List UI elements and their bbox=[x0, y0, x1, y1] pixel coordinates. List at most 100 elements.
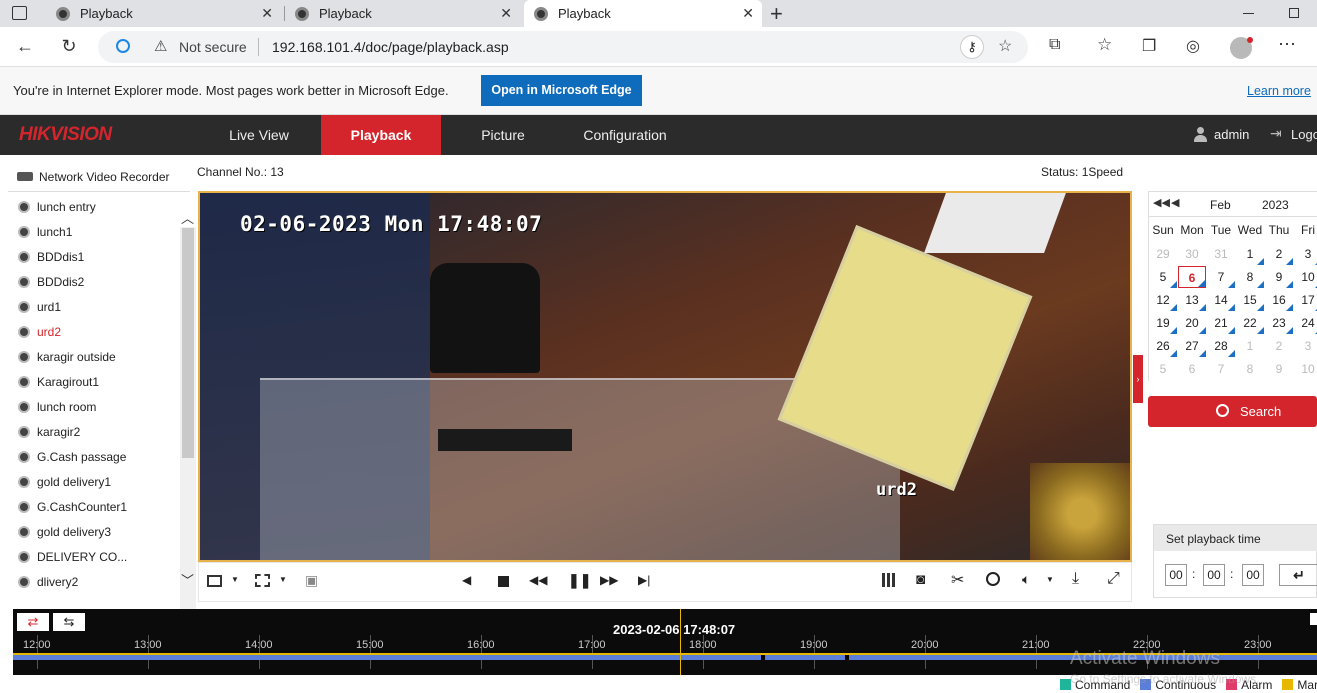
capture-icon[interactable]: ◙ bbox=[916, 571, 925, 588]
camera-item[interactable]: urd1 bbox=[18, 296, 61, 318]
calendar-day[interactable]: 2 bbox=[1265, 243, 1293, 265]
calendar-day[interactable]: 17 bbox=[1294, 289, 1317, 311]
camera-item[interactable]: gold delivery3 bbox=[18, 521, 111, 543]
camera-item[interactable]: BDDdis2 bbox=[18, 271, 84, 293]
prev-year-icon[interactable]: ◀◀ bbox=[1153, 196, 1170, 209]
hour-input[interactable]: 00 bbox=[1165, 564, 1187, 586]
camera-item[interactable]: karagir outside bbox=[18, 346, 116, 368]
reverse-play-icon[interactable]: ◀ bbox=[462, 573, 471, 587]
calendar-day[interactable]: 31 bbox=[1207, 243, 1235, 265]
scroll-up-icon[interactable]: ︿ bbox=[181, 208, 194, 227]
more-menu-icon[interactable]: ⋯ bbox=[1278, 34, 1296, 55]
camera-item[interactable]: lunch1 bbox=[18, 221, 72, 243]
audio-icon[interactable]: 🔈︎ bbox=[1022, 571, 1030, 588]
video-player[interactable]: 02-06-2023 Mon 17:48:07 urd2 bbox=[198, 191, 1132, 562]
close-tab-icon[interactable]: ✕ bbox=[742, 5, 754, 22]
nav-configuration[interactable]: Configuration bbox=[565, 115, 685, 155]
password-key-icon[interactable]: ⚷ bbox=[960, 35, 984, 59]
url-text[interactable]: 192.168.101.4/doc/page/playback.asp bbox=[272, 39, 509, 55]
new-tab-icon[interactable]: + bbox=[770, 1, 783, 27]
clip-icon[interactable]: ✂ bbox=[951, 570, 964, 590]
camera-item[interactable]: lunch room bbox=[18, 396, 96, 418]
camera-item[interactable]: Karagirout1 bbox=[18, 371, 99, 393]
single-frame-icon[interactable]: ▶| bbox=[638, 573, 650, 587]
calendar-day[interactable]: 22 bbox=[1236, 312, 1264, 334]
second-input[interactable]: 00 bbox=[1242, 564, 1264, 586]
timeline-close-icon[interactable] bbox=[1310, 613, 1317, 625]
calendar-day[interactable]: 12 bbox=[1149, 289, 1177, 311]
calendar-day[interactable]: 23 bbox=[1265, 312, 1293, 334]
camera-item[interactable]: gold delivery1 bbox=[18, 471, 111, 493]
calendar-day[interactable]: 26 bbox=[1149, 335, 1177, 357]
speed-up-icon[interactable]: ▶▶ bbox=[600, 573, 618, 587]
calendar-day[interactable]: 15 bbox=[1236, 289, 1264, 311]
download-icon[interactable]: ⤓ bbox=[1072, 570, 1079, 588]
audio-dropdown-icon[interactable]: ▼ bbox=[1046, 575, 1054, 584]
calendar-day[interactable]: 10 bbox=[1294, 358, 1317, 380]
logout-icon[interactable]: ⇥ bbox=[1270, 125, 1282, 142]
calendar-day[interactable]: 9 bbox=[1265, 358, 1293, 380]
open-in-edge-button[interactable]: Open in Microsoft Edge bbox=[481, 75, 642, 106]
calendar-day[interactable]: 3 bbox=[1294, 335, 1317, 357]
search-button[interactable]: Search bbox=[1148, 396, 1317, 427]
camera-item[interactable]: DELIVERY CO... bbox=[18, 546, 127, 568]
calendar-day[interactable]: 5 bbox=[1149, 358, 1177, 380]
calendar-day[interactable]: 9 bbox=[1265, 266, 1293, 288]
camera-item[interactable]: BDDdis1 bbox=[18, 246, 84, 268]
calendar-day[interactable]: 24 bbox=[1294, 312, 1317, 334]
camera-item[interactable]: G.CashCounter1 bbox=[18, 496, 127, 518]
timeline-zoom-out-button[interactable]: ⇆ bbox=[53, 613, 85, 631]
calendar-day[interactable]: 21 bbox=[1207, 312, 1235, 334]
scroll-down-icon[interactable]: ﹀ bbox=[181, 570, 194, 589]
prev-month-icon[interactable]: ◀ bbox=[1171, 196, 1179, 209]
calendar-day[interactable]: 5 bbox=[1149, 266, 1177, 288]
timeline-zoom-in-button[interactable]: ⇄ bbox=[17, 613, 49, 631]
panel-collapse-handle[interactable]: › bbox=[1133, 355, 1143, 403]
calendar-day[interactable]: 8 bbox=[1236, 266, 1264, 288]
learn-more-link[interactable]: Learn more bbox=[1247, 84, 1311, 98]
calendar-day[interactable]: 20 bbox=[1178, 312, 1206, 334]
close-tab-icon[interactable]: ✕ bbox=[261, 5, 273, 22]
slow-down-icon[interactable]: ◀◀ bbox=[529, 573, 547, 587]
add-favorite-icon[interactable]: ☆ bbox=[998, 36, 1012, 56]
calendar-day[interactable]: 7 bbox=[1207, 358, 1235, 380]
security-label[interactable]: Not secure bbox=[179, 39, 247, 55]
calendar-day[interactable]: 2 bbox=[1265, 335, 1293, 357]
nav-playback[interactable]: Playback bbox=[321, 115, 441, 155]
calendar-day[interactable]: 6 bbox=[1178, 358, 1206, 380]
camera-item[interactable]: karagir2 bbox=[18, 421, 80, 443]
browser-tab-3[interactable]: Playback ✕ bbox=[524, 0, 762, 27]
apply-time-icon[interactable]: ↵ bbox=[1279, 564, 1317, 586]
calendar-day[interactable]: 1 bbox=[1236, 243, 1264, 265]
camera-item[interactable]: dlivery2 bbox=[18, 571, 78, 593]
calendar-day[interactable]: 10 bbox=[1294, 266, 1317, 288]
pause-icon[interactable]: ❚❚ bbox=[568, 572, 591, 589]
calendar-day[interactable]: 6 bbox=[1178, 266, 1206, 288]
favorites-icon[interactable]: ☆ bbox=[1097, 35, 1112, 55]
close-tab-icon[interactable]: ✕ bbox=[500, 5, 512, 22]
logout-link[interactable]: Logo bbox=[1291, 127, 1317, 142]
stop-icon[interactable] bbox=[498, 576, 509, 587]
address-bar[interactable]: ⚠ Not secure 192.168.101.4/doc/page/play… bbox=[98, 31, 1028, 63]
browser-tab-2[interactable]: Playback ✕ bbox=[285, 0, 520, 27]
ie-mode-icon[interactable] bbox=[116, 39, 130, 53]
fullscreen-icon[interactable]: ⤢ bbox=[1107, 570, 1120, 588]
calendar-day[interactable]: 7 bbox=[1207, 266, 1235, 288]
back-icon[interactable]: ← bbox=[14, 36, 36, 57]
restore-icon[interactable] bbox=[1289, 8, 1299, 18]
performance-icon[interactable]: ◎ bbox=[1186, 36, 1200, 56]
calendar-day[interactable]: 8 bbox=[1236, 358, 1264, 380]
extensions-icon[interactable]: ⧉ bbox=[1049, 36, 1060, 54]
calendar-day[interactable]: 1 bbox=[1236, 335, 1264, 357]
nvr-root-label[interactable]: Network Video Recorder bbox=[39, 170, 170, 184]
layout-dropdown-icon[interactable]: ▼ bbox=[231, 575, 239, 584]
refresh-icon[interactable]: ↻ bbox=[58, 36, 80, 57]
scrollbar-thumb[interactable] bbox=[182, 228, 194, 458]
calendar-day[interactable]: 3 bbox=[1294, 243, 1317, 265]
collections-icon[interactable]: ❐ bbox=[1142, 36, 1156, 56]
digital-zoom-icon[interactable] bbox=[255, 574, 270, 587]
digital-zoom-glass-icon[interactable] bbox=[986, 572, 1000, 586]
calendar-day[interactable]: 13 bbox=[1178, 289, 1206, 311]
minimize-icon[interactable] bbox=[1243, 13, 1254, 14]
calendar-day[interactable]: 30 bbox=[1178, 243, 1206, 265]
